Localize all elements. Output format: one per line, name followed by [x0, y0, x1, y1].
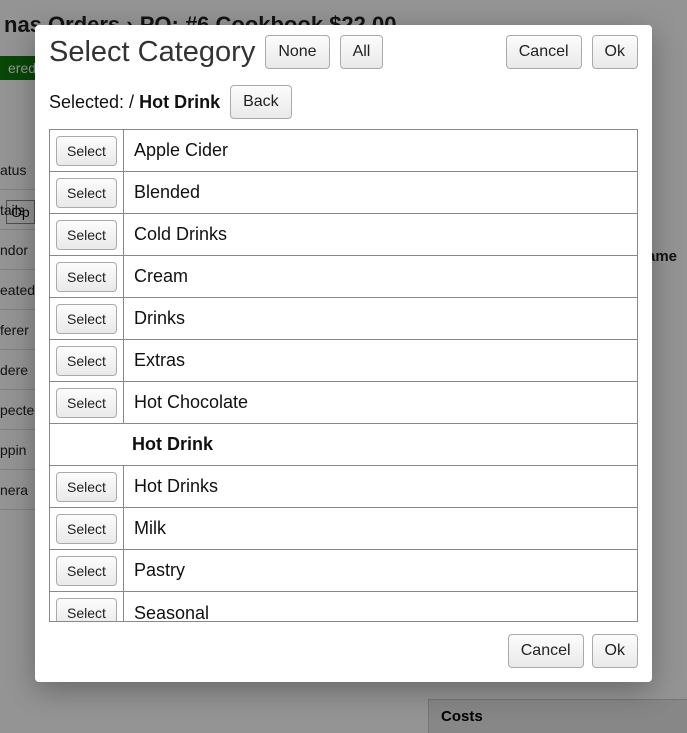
modal-title: Select Category: [49, 36, 255, 69]
ok-button-bottom[interactable]: Ok: [592, 634, 638, 668]
select-cell: Select: [50, 214, 124, 255]
selected-category-name: Hot Drink: [139, 92, 220, 112]
category-row: Select Seasonal: [50, 592, 637, 622]
category-row: Select Hot Drinks: [50, 466, 637, 508]
category-row: Select Apple Cider: [50, 130, 637, 172]
category-name[interactable]: Drinks: [124, 308, 185, 329]
category-row: Select Milk: [50, 508, 637, 550]
category-name[interactable]: Seasonal: [124, 603, 209, 623]
cancel-button-top[interactable]: Cancel: [506, 35, 582, 69]
select-button[interactable]: Select: [56, 472, 117, 502]
select-cell: Select: [50, 466, 124, 507]
category-name[interactable]: Extras: [124, 350, 185, 371]
category-name[interactable]: Hot Drinks: [124, 476, 218, 497]
select-cell: Select: [50, 340, 124, 381]
select-cell: Select: [50, 298, 124, 339]
category-list: Select Apple Cider Select Blended Select Cold…: [49, 129, 638, 622]
category-name-selected: Hot Drink: [50, 434, 213, 455]
category-row: Select Cream: [50, 256, 637, 298]
category-row: Select Cold Drinks: [50, 214, 637, 256]
back-button[interactable]: Back: [230, 85, 292, 119]
select-button[interactable]: Select: [56, 598, 117, 622]
select-cell: Select: [50, 172, 124, 213]
select-button[interactable]: Select: [56, 262, 117, 292]
select-button[interactable]: Select: [56, 388, 117, 418]
category-name[interactable]: Hot Chocolate: [124, 392, 248, 413]
category-row: Select Blended: [50, 172, 637, 214]
select-cell: Select: [50, 550, 124, 591]
selected-prefix: Selected: /: [49, 92, 134, 112]
category-name[interactable]: Apple Cider: [124, 140, 228, 161]
select-button[interactable]: Select: [56, 556, 117, 586]
all-button[interactable]: All: [340, 35, 384, 69]
select-button[interactable]: Select: [56, 346, 117, 376]
select-button[interactable]: Select: [56, 304, 117, 334]
category-row: Select Extras: [50, 340, 637, 382]
none-button[interactable]: None: [265, 35, 329, 69]
select-button[interactable]: Select: [56, 220, 117, 250]
select-button[interactable]: Select: [56, 514, 117, 544]
select-button[interactable]: Select: [56, 136, 117, 166]
modal-footer: Cancel Ok: [49, 634, 638, 668]
category-name[interactable]: Milk: [124, 518, 166, 539]
modal-header: Select Category None All Cancel Ok: [49, 35, 638, 69]
category-row: Select Hot Chocolate: [50, 382, 637, 424]
category-name[interactable]: Cold Drinks: [124, 224, 227, 245]
select-button[interactable]: Select: [56, 178, 117, 208]
selected-breadcrumb: Selected: / Hot Drink Back: [49, 85, 638, 119]
select-cell: Select: [50, 256, 124, 297]
category-row: Select Drinks: [50, 298, 637, 340]
category-name[interactable]: Cream: [124, 266, 188, 287]
select-cell: Select: [50, 130, 124, 171]
select-cell: Select: [50, 382, 124, 423]
category-name[interactable]: Blended: [124, 182, 200, 203]
cancel-button-bottom[interactable]: Cancel: [508, 634, 584, 668]
category-row: Select Pastry: [50, 550, 637, 592]
ok-button-top[interactable]: Ok: [592, 35, 638, 69]
category-name[interactable]: Pastry: [124, 560, 185, 581]
select-cell: Select: [50, 508, 124, 549]
select-cell: Select: [50, 592, 124, 622]
category-row: Hot Drink: [50, 424, 637, 466]
select-category-modal: Select Category None All Cancel Ok Selec…: [35, 25, 652, 682]
